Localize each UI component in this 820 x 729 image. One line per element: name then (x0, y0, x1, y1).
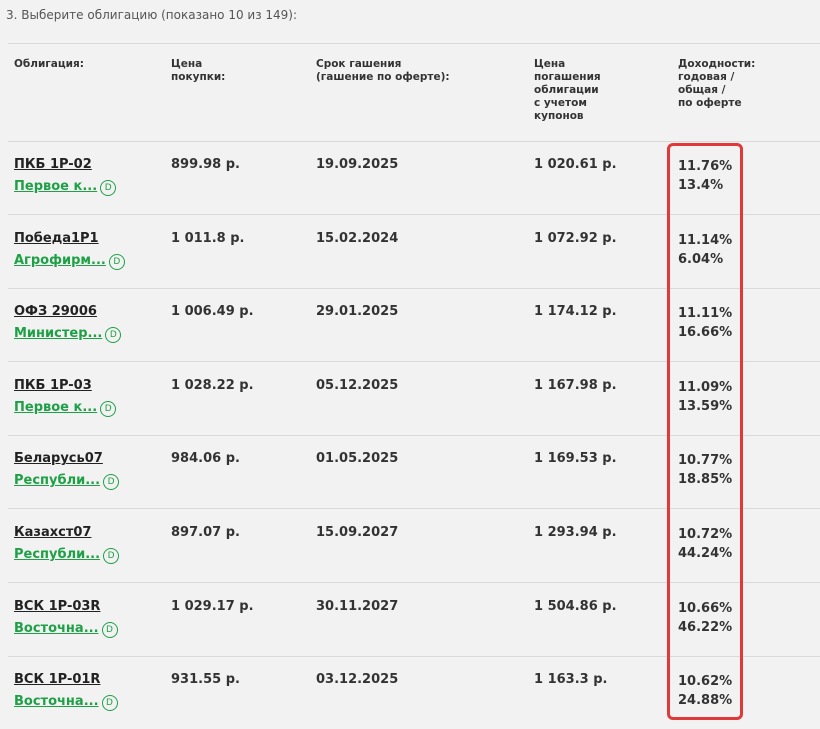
table-row[interactable]: ВСК 1P-03R Восточна... D 1 029.17 р. 30.11.2… (8, 583, 820, 657)
issuer-link[interactable]: Первое к... (14, 400, 97, 415)
d-circle-icon[interactable]: D (100, 400, 117, 417)
bond-name-link[interactable]: ВСК 1P-01R (14, 672, 100, 687)
purchase-price: 1 011.8 р. (171, 230, 245, 246)
yield-annual: 10.62% (678, 674, 733, 690)
issuer-link[interactable]: Первое к... (14, 179, 97, 194)
d-circle-icon[interactable]: D (101, 621, 118, 638)
maturity-date: 15.09.2027 (316, 525, 399, 540)
issuer-link[interactable]: Министер... (14, 326, 102, 341)
yield-total: 16.66% (678, 325, 733, 341)
header-redemption: Цена погашения облигации с учетом купоно… (534, 58, 601, 122)
yield-total: 46.22% (678, 619, 733, 635)
purchase-price: 984.06 р. (171, 451, 240, 467)
header-maturity: Срок гашения (гашение по оферте): (316, 58, 450, 83)
yields: 10.72% 44.24% (678, 525, 732, 563)
table-header: Облигация: Цена покупки: Срок гашения (г… (8, 43, 820, 142)
table-row[interactable]: Победа1P1 Агрофирм... D 1 011.8 р. 15.02.202… (8, 215, 820, 289)
purchase-price: 899.98 р. (171, 157, 240, 172)
yield-total: 6.04% (678, 251, 724, 267)
purchase-price: 1 029.17 р. (171, 598, 254, 614)
yields: 11.14% 6.04% (678, 231, 732, 269)
d-circle-icon[interactable]: D (101, 695, 118, 712)
yields: 10.77% 18.85% (678, 451, 732, 489)
issuer: Агрофирм... D (14, 251, 125, 270)
maturity-date: 19.09.2025 (316, 157, 399, 172)
purchase-price: 1 006.49 р. (171, 304, 254, 320)
yield-annual: 11.76% (678, 159, 733, 174)
issuer: Восточна... D (14, 692, 118, 712)
header-yield: Доходности: годовая / общая / по оферте (678, 58, 756, 109)
yields: 11.76% 13.4% (678, 157, 732, 195)
yields: 10.62% 24.88% (678, 672, 732, 710)
yield-total: 44.24% (678, 546, 733, 561)
issuer: Министер... D (14, 324, 122, 344)
redemption-price: 1 504.86 р. (534, 598, 617, 614)
step-title: 3. Выберите облигацию (показано 10 из 14… (6, 8, 298, 22)
d-circle-icon[interactable]: D (103, 548, 120, 564)
table-row[interactable]: Беларусь07 Республи... D 984.06 р. 01.05.202… (8, 435, 820, 510)
redemption-price: 1 163.3 р. (534, 672, 608, 688)
maturity-date: 15.02.2024 (316, 230, 399, 246)
maturity-date: 01.05.2025 (316, 451, 399, 467)
yields: 11.11% 16.66% (678, 304, 732, 342)
issuer-link[interactable]: Восточна... (14, 621, 99, 636)
d-circle-icon[interactable]: D (100, 180, 117, 196)
redemption-price: 1 167.98 р. (534, 377, 617, 393)
bond-name-link[interactable]: ПКБ 1P-03 (14, 378, 92, 393)
bond-name-link[interactable]: Победа1P1 (14, 231, 99, 246)
yield-annual: 10.66% (678, 600, 733, 616)
table-row[interactable]: ОФЗ 29006 Министер... D 1 006.49 р. 29.01.20… (8, 288, 820, 363)
yield-annual: 10.72% (678, 527, 733, 542)
table-row[interactable]: ПКБ 1P-02 Первое к... D 899.98 р. 19.09.2025… (8, 141, 820, 215)
table-row[interactable]: ВСК 1P-01R Восточна... D 931.55 р. 03.12.202… (8, 656, 820, 729)
maturity-date: 03.12.2025 (316, 672, 399, 688)
bond-name-link[interactable]: ВСК 1P-03R (14, 599, 100, 614)
maturity-date: 30.11.2027 (316, 598, 399, 614)
table-row[interactable]: Казахст07 Республи... D 897.07 р. 15.09.2027… (8, 509, 820, 583)
d-circle-icon[interactable]: D (108, 253, 125, 270)
yields: 11.09% 13.59% (678, 378, 732, 416)
issuer: Восточна... D (14, 619, 118, 638)
yield-total: 24.88% (678, 693, 733, 709)
issuer-link[interactable]: Республи... (14, 473, 100, 488)
maturity-date: 29.01.2025 (316, 304, 399, 320)
purchase-price: 897.07 р. (171, 525, 240, 540)
bond-selection-page: 3. Выберите облигацию (показано 10 из 14… (0, 0, 820, 729)
issuer-link[interactable]: Агрофирм... (14, 253, 106, 268)
header-price: Цена покупки: (171, 58, 226, 83)
d-circle-icon[interactable]: D (103, 474, 120, 491)
yield-total: 13.59% (678, 398, 733, 414)
issuer: Республи... D (14, 471, 120, 491)
header-bond: Облигация: (14, 58, 84, 70)
issuer: Первое к... D (14, 398, 117, 417)
issuer: Первое к... D (14, 177, 117, 196)
yield-total: 18.85% (678, 472, 733, 488)
redemption-price: 1 174.12 р. (534, 304, 617, 320)
table-row[interactable]: ПКБ 1P-03 Первое к... D 1 028.22 р. 05.12.20… (8, 362, 820, 436)
redemption-price: 1 072.92 р. (534, 230, 617, 246)
issuer-link[interactable]: Республи... (14, 547, 100, 562)
yield-annual: 11.14% (678, 232, 733, 248)
yield-annual: 11.11% (678, 306, 733, 322)
bond-name-link[interactable]: Казахст07 (14, 525, 91, 540)
bond-name-link[interactable]: Беларусь07 (14, 451, 103, 466)
redemption-price: 1 169.53 р. (534, 451, 617, 467)
yields: 10.66% 46.22% (678, 599, 732, 637)
yield-total: 13.4% (678, 178, 724, 193)
bond-name-link[interactable]: ПКБ 1P-02 (14, 157, 92, 172)
d-circle-icon[interactable]: D (105, 327, 122, 344)
yield-annual: 10.77% (678, 453, 733, 469)
purchase-price: 931.55 р. (171, 672, 240, 688)
maturity-date: 05.12.2025 (316, 377, 399, 393)
issuer-link[interactable]: Восточна... (14, 694, 99, 709)
yield-annual: 11.09% (678, 379, 733, 395)
bond-name-link[interactable]: ОФЗ 29006 (14, 304, 97, 319)
redemption-price: 1 293.94 р. (534, 525, 617, 540)
redemption-price: 1 020.61 р. (534, 157, 617, 172)
purchase-price: 1 028.22 р. (171, 377, 254, 393)
issuer: Республи... D (14, 545, 120, 564)
